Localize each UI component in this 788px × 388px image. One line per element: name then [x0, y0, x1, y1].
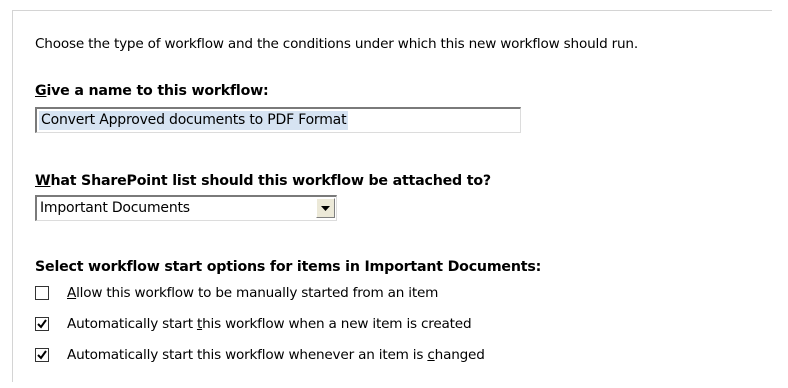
attached-list-dropdown[interactable]: Important Documents	[35, 195, 337, 221]
intro-text: Choose the type of workflow and the cond…	[35, 36, 638, 52]
on-create-checkbox[interactable]	[35, 317, 49, 331]
accelerator-key: G	[35, 83, 47, 99]
attached-list-heading: What SharePoint list should this workflo…	[35, 173, 491, 189]
workflow-name-heading: Give a name to this workflow:	[35, 83, 269, 99]
accelerator-key: W	[35, 173, 51, 189]
chevron-down-icon	[321, 206, 330, 211]
checkmark-icon	[37, 319, 47, 329]
checkmark-icon	[37, 350, 47, 360]
on-change-label: Automatically start this workflow whenev…	[67, 347, 485, 363]
manual-start-checkbox[interactable]	[35, 286, 49, 300]
start-options-heading: Select workflow start options for items …	[35, 259, 542, 275]
selected-list-value: Important Documents	[40, 200, 190, 216]
on-change-checkbox[interactable]	[35, 348, 49, 362]
dropdown-arrow-button[interactable]	[316, 198, 335, 218]
on-create-label: Automatically start this workflow when a…	[67, 316, 472, 332]
workflow-name-value: Convert Approved documents to PDF Format	[39, 111, 349, 130]
workflow-name-input[interactable]: Convert Approved documents to PDF Format	[35, 107, 521, 133]
manual-start-label: Allow this workflow to be manually start…	[67, 285, 439, 301]
